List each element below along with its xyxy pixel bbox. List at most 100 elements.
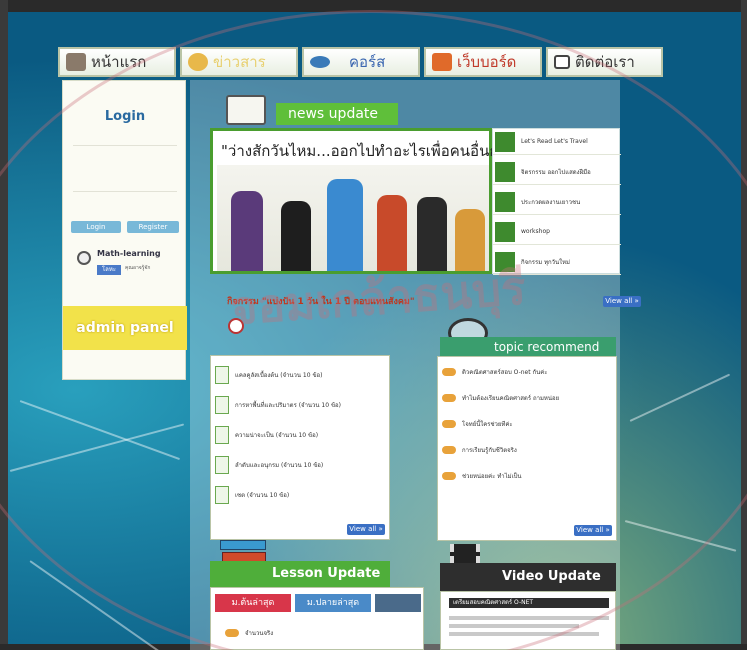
webboard-icon [432, 53, 452, 71]
book-icon [226, 95, 266, 125]
course-title: เซต (จำนวน 10 ข้อ) [235, 492, 290, 499]
topic-icon [442, 472, 456, 480]
news-thumb [495, 161, 515, 182]
person-figure [417, 197, 447, 271]
list-item[interactable]: กิจกรรม ทุกวันใหม่ [493, 249, 621, 275]
topic-icon [442, 368, 456, 376]
tab-senior-high[interactable]: ม.ปลายล่าสุด [295, 594, 371, 612]
lesson-panel: ม.ต้นล่าสุด ม.ปลายล่าสุด จำนวนจริง [210, 587, 424, 650]
login-title: Login [104, 109, 146, 124]
admin-panel-button[interactable]: admin panel [63, 306, 187, 350]
person-figure [455, 209, 485, 271]
list-item[interactable]: ทำไมต้องเรียนคณิตศาสตร์ ถามหน่อย [442, 387, 614, 409]
light-streak [624, 520, 737, 552]
topic-title: โจทย์นี้ใครช่วยทีค่ะ [462, 421, 513, 428]
login-panel: Login Login Register Math-learning โลหะ … [62, 80, 187, 380]
topic-icon [442, 420, 456, 428]
topic-title: ติวคณิตศาสตร์สอบ O-net กันค่ะ [462, 369, 548, 376]
course-icon [310, 56, 330, 68]
lesson-title: จำนวนจริง [245, 630, 274, 637]
frame-top [0, 0, 747, 12]
divider [73, 191, 177, 192]
news-thumb [495, 191, 515, 212]
news-photo[interactable] [217, 165, 489, 271]
list-item[interactable]: จิตรกรรม ออกไปแสดงฝีมือ [493, 159, 621, 185]
text-line [449, 624, 579, 628]
news-headline[interactable]: "ว่างสักวันไหม...ออกไปทำอะไรเพื่อคนอื่นก… [221, 139, 493, 163]
topic-title: ช่วยหน่อยค่ะ ทำไม่เป็น [462, 473, 522, 480]
register-button[interactable]: Register [127, 221, 179, 233]
list-item[interactable]: โจทย์นี้ใครช่วยทีค่ะ [442, 413, 614, 435]
list-item[interactable]: ช่วยหน่อยค่ะ ทำไม่เป็น [442, 465, 614, 487]
course-header-icon [228, 318, 244, 334]
news-header: news update [226, 95, 398, 125]
list-item[interactable]: การเรียนรู้กับชีวิตจริง [442, 439, 614, 461]
tab-filler [375, 594, 421, 612]
screenshot-stage: หน้าแรก ข่าวสาร คอร์ส เว็บบอร์ด ติดต่อเร… [0, 0, 747, 650]
course-list: แคลคูลัสเบื้องต้น (จำนวน 10 ข้อ) การหาพื… [210, 355, 390, 540]
person-figure [281, 201, 311, 271]
user-name[interactable]: Math-learning [97, 249, 161, 258]
nav-label: คอร์ส [349, 53, 386, 71]
news-view-all-button[interactable]: View all » [603, 296, 641, 307]
nav-course[interactable]: คอร์ส [302, 47, 420, 77]
topic-list: ติวคณิตศาสตร์สอบ O-net กันค่ะ ทำไมต้องเร… [437, 356, 617, 541]
course-title: แคลคูลัสเบื้องต้น (จำนวน 10 ข้อ) [235, 372, 323, 379]
topic-title: ทำไมต้องเรียนคณิตศาสตร์ ถามหน่อย [462, 395, 560, 402]
news-thumb [495, 251, 515, 272]
news-side-list: Let's Read Let's Travel จิตรกรรม ออกไปแส… [492, 128, 621, 275]
list-item[interactable]: ลำดับและอนุกรม (จำนวน 10 ข้อ) [215, 450, 387, 480]
main-nav: หน้าแรก ข่าวสาร คอร์ส เว็บบอร์ด ติดต่อเร… [58, 47, 663, 79]
tab-junior-high[interactable]: ม.ต้นล่าสุด [215, 594, 291, 612]
document-icon [215, 486, 229, 504]
user-note: คุณอาจรู้จัก [125, 265, 151, 271]
avatar [77, 251, 91, 265]
topic-view-all-button[interactable]: View all » [574, 525, 612, 536]
news-item-title: จิตรกรรม ออกไปแสดงฝีมือ [521, 168, 591, 176]
list-item[interactable]: แคลคูลัสเบื้องต้น (จำนวน 10 ข้อ) [215, 360, 387, 390]
frame-left [0, 0, 8, 650]
course-title: การหาพื้นที่และปริมาตร (จำนวน 10 ข้อ) [235, 402, 342, 409]
list-item[interactable]: ติวคณิตศาสตร์สอบ O-net กันค่ะ [442, 361, 614, 383]
person-figure [231, 191, 263, 271]
news-thumb [495, 131, 515, 152]
news-item-title: workshop [521, 228, 550, 235]
nav-label: หน้าแรก [91, 53, 147, 71]
light-streak [629, 373, 731, 422]
contact-icon [554, 55, 570, 69]
nav-label: เว็บบอร์ด [457, 53, 517, 71]
video-tab: Video Update [440, 563, 616, 591]
news-caption[interactable]: กิจกรรม "แบ่งปัน 1 วัน ใน 1 ปี ตอบแทนสัง… [227, 294, 467, 308]
news-thumb [495, 221, 515, 242]
person-figure [377, 195, 407, 271]
news-item-title: Let's Read Let's Travel [521, 138, 588, 145]
course-view-all-button[interactable]: View all » [347, 524, 385, 535]
video-item-title[interactable]: เตรียมสอบคณิตศาสตร์ O-NET [449, 598, 609, 608]
document-icon [215, 426, 229, 444]
list-item[interactable]: Let's Read Let's Travel [493, 129, 621, 155]
list-item[interactable]: การหาพื้นที่และปริมาตร (จำนวน 10 ข้อ) [215, 390, 387, 420]
login-button[interactable]: Login [71, 221, 121, 233]
news-feature[interactable]: "ว่างสักวันไหม...ออกไปทำอะไรเพื่อคนอื่นก… [210, 128, 493, 274]
list-item[interactable]: ประกวดผลงานเยาวชน [493, 189, 621, 215]
nav-label: ติดต่อเรา [575, 53, 635, 71]
document-icon [215, 456, 229, 474]
list-item[interactable]: จำนวนจริง [225, 628, 273, 638]
nav-news[interactable]: ข่าวสาร [180, 47, 298, 77]
nav-webboard[interactable]: เว็บบอร์ด [424, 47, 542, 77]
nav-contact[interactable]: ติดต่อเรา [546, 47, 663, 77]
nav-label: ข่าวสาร [213, 53, 266, 71]
list-item[interactable]: เซต (จำนวน 10 ข้อ) [215, 480, 387, 510]
nav-home[interactable]: หน้าแรก [58, 47, 176, 77]
topic-title: การเรียนรู้กับชีวิตจริง [462, 447, 517, 454]
document-icon [215, 396, 229, 414]
topic-tab: topic recommend [440, 337, 616, 357]
person-figure [327, 179, 363, 271]
list-item[interactable]: workshop [493, 219, 621, 245]
topic-icon [442, 446, 456, 454]
topic-icon [442, 394, 456, 402]
lesson-tab: Lesson Update [210, 561, 390, 587]
course-title: ความน่าจะเป็น (จำนวน 10 ข้อ) [235, 432, 319, 439]
light-streak [29, 560, 162, 650]
list-item[interactable]: ความน่าจะเป็น (จำนวน 10 ข้อ) [215, 420, 387, 450]
